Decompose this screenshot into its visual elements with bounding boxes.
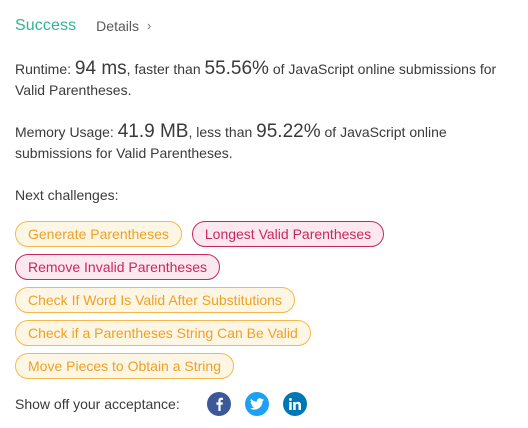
- runtime-value: 94 ms: [74, 58, 127, 79]
- challenge-row: Check if a Parentheses String Can Be Val…: [15, 320, 525, 346]
- runtime-stat: Runtime: 94 ms, faster than 55.56% of Ja…: [15, 58, 525, 101]
- challenge-row: Remove Invalid Parentheses: [15, 254, 525, 280]
- challenge-chip-longest-valid-parentheses[interactable]: Longest Valid Parentheses: [191, 221, 385, 247]
- memory-stat: Memory Usage: 41.9 MB, less than 95.22% …: [15, 121, 525, 164]
- share-label: Show off your acceptance:: [15, 396, 180, 412]
- challenge-chip-parentheses-string-valid[interactable]: Check if a Parentheses String Can Be Val…: [15, 320, 311, 346]
- submission-result-panel: Success Details › Runtime: 94 ms, faster…: [0, 0, 528, 428]
- linkedin-icon[interactable]: [282, 392, 307, 416]
- challenge-chip-remove-invalid-parentheses[interactable]: Remove Invalid Parentheses: [15, 254, 220, 280]
- challenge-chip-move-pieces[interactable]: Move Pieces to Obtain a String: [15, 353, 234, 379]
- memory-percent: 95.22%: [256, 121, 321, 142]
- runtime-label: Runtime:: [15, 61, 75, 77]
- share-row: Show off your acceptance:: [15, 392, 321, 416]
- facebook-icon[interactable]: [206, 392, 231, 416]
- details-link[interactable]: Details ›: [96, 17, 152, 35]
- status-title: Success: [15, 17, 77, 34]
- challenge-chip-check-word-valid[interactable]: Check If Word Is Valid After Substitutio…: [15, 287, 295, 313]
- challenge-row: Generate Parentheses Longest Valid Paren…: [15, 221, 525, 247]
- challenge-chip-generate-parentheses[interactable]: Generate Parentheses: [15, 221, 182, 247]
- details-label: Details: [96, 18, 139, 34]
- challenge-row: Check If Word Is Valid After Substitutio…: [15, 287, 525, 313]
- twitter-icon[interactable]: [244, 392, 269, 416]
- status-header: Success Details ›: [15, 17, 151, 35]
- runtime-percent: 55.56%: [204, 58, 269, 79]
- memory-value: 41.9 MB: [117, 121, 189, 142]
- chevron-right-icon: ›: [146, 17, 152, 33]
- next-challenges-label: Next challenges:: [15, 187, 119, 203]
- runtime-mid-text: , faster than: [126, 61, 205, 77]
- memory-label: Memory Usage:: [15, 124, 118, 140]
- challenge-row: Move Pieces to Obtain a String: [15, 353, 525, 379]
- next-challenges-list: Generate Parentheses Longest Valid Paren…: [15, 221, 525, 386]
- memory-mid-text: , less than: [188, 124, 257, 140]
